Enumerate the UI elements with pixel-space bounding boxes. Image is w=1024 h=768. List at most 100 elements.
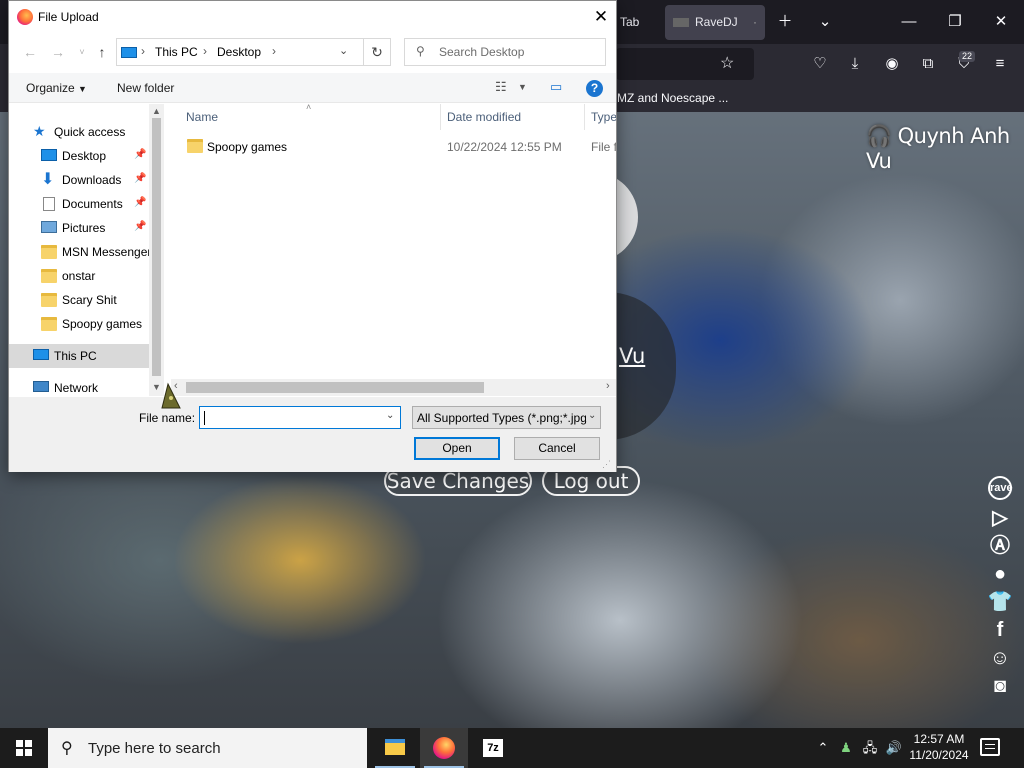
taskbar-search-placeholder: Type here to search: [88, 740, 221, 757]
file-type: File folder: [591, 140, 616, 154]
file-name-dropdown-icon[interactable]: ⌄: [386, 410, 394, 421]
scroll-up-icon[interactable]: ▲: [149, 106, 164, 116]
nav-item-scary-shit[interactable]: Scary Shit: [9, 288, 149, 312]
nav-item-desktop[interactable]: Desktop 📌: [9, 144, 149, 168]
taskbar-file-explorer[interactable]: [371, 728, 419, 768]
rave-icon[interactable]: rave: [988, 476, 1013, 500]
file-name-input[interactable]: [203, 410, 381, 425]
taskbar-7zip[interactable]: 7z: [469, 728, 517, 768]
nav-item-quick-access[interactable]: ★ Quick access: [9, 120, 149, 144]
nav-pane-scrollbar[interactable]: ▲ ▼: [149, 104, 164, 396]
breadcrumb-this-pc[interactable]: This PC: [155, 45, 198, 59]
tab-list-chevron-icon[interactable]: ⌄: [802, 0, 848, 44]
scroll-right-icon[interactable]: ›: [606, 380, 610, 392]
help-icon[interactable]: ?: [586, 80, 603, 97]
nav-item-this-pc[interactable]: This PC: [9, 344, 149, 368]
browser-tab-ravedj[interactable]: RaveDJ ·: [665, 5, 765, 40]
pocket-icon[interactable]: ♡: [808, 52, 832, 76]
breadcrumb-separator-icon[interactable]: ›: [272, 44, 276, 58]
clock-time: 12:57 AM: [913, 732, 965, 746]
tshirt-icon[interactable]: 👕: [986, 588, 1014, 616]
forward-arrow-icon[interactable]: →: [47, 41, 69, 63]
bookmark-item[interactable]: MZ and Noescape ...: [617, 91, 728, 105]
start-button[interactable]: [0, 728, 48, 768]
column-header-type[interactable]: Type: [591, 110, 616, 124]
address-dropdown-icon[interactable]: ⌄: [339, 44, 348, 57]
folder-icon: [41, 293, 57, 307]
breadcrumb-desktop[interactable]: Desktop: [217, 45, 261, 59]
file-type-select[interactable]: All Supported Types (*.png;*.jpg ⌄: [412, 406, 601, 429]
file-row[interactable]: Spoopy games 10/22/2024 12:55 PM File fo…: [185, 136, 616, 158]
preview-pane-icon[interactable]: ▭: [550, 79, 562, 95]
custom-cursor-icon: [161, 382, 181, 409]
breadcrumb-separator-icon[interactable]: ›: [203, 44, 207, 58]
extensions-icon[interactable]: ⧉: [916, 52, 940, 76]
new-folder-button[interactable]: New folder: [117, 81, 174, 95]
nav-item-label: onstar: [62, 269, 96, 283]
avatar-name[interactable]: Vu: [619, 344, 645, 368]
pin-icon: 📌: [134, 221, 147, 232]
dialog-close-button[interactable]: ✕: [587, 4, 615, 30]
search-input[interactable]: [439, 43, 599, 61]
nav-item-label: Pictures: [62, 221, 106, 235]
nav-item-spoopy-games[interactable]: Spoopy games: [9, 312, 149, 336]
url-bar[interactable]: ☆: [616, 48, 754, 80]
nav-item-downloads[interactable]: ⬇ Downloads 📌: [9, 168, 149, 192]
up-arrow-icon[interactable]: ↑: [91, 41, 113, 63]
desktop-icon: [41, 149, 57, 161]
download-icon: ⬇: [41, 171, 55, 188]
taskbar-firefox[interactable]: [420, 728, 468, 768]
back-arrow-icon[interactable]: ←: [19, 41, 41, 63]
downloads-icon[interactable]: ⤓: [843, 52, 867, 76]
google-play-icon[interactable]: ▷: [986, 504, 1014, 532]
breadcrumb-separator-icon[interactable]: ›: [141, 44, 145, 58]
volume-icon[interactable]: 🔊: [884, 728, 904, 768]
column-divider[interactable]: [584, 104, 585, 130]
account-icon[interactable]: ◉: [880, 52, 904, 76]
nav-item-onstar[interactable]: onstar: [9, 264, 149, 288]
windows-logo-icon: [16, 740, 32, 756]
show-hidden-icons-chevron-icon[interactable]: ⌃: [814, 728, 832, 768]
user-name: 🎧 Quynh Anh Vu: [866, 124, 1024, 173]
search-box[interactable]: ⚲: [404, 38, 606, 66]
file-name-combobox[interactable]: ⌄: [199, 406, 401, 429]
nav-item-pictures[interactable]: Pictures 📌: [9, 216, 149, 240]
organize-button[interactable]: Organize ▼: [26, 81, 87, 95]
dialog-title: File Upload: [38, 10, 99, 24]
minimize-icon[interactable]: —: [886, 0, 932, 44]
file-list-horizontal-scrollbar[interactable]: ‹ ›: [171, 379, 616, 396]
window-close-icon[interactable]: ✕: [978, 0, 1024, 44]
cancel-button[interactable]: Cancel: [514, 437, 600, 460]
facebook-icon[interactable]: f: [986, 616, 1014, 644]
view-options-icon[interactable]: ☷: [495, 79, 507, 95]
network-status-icon[interactable]: 🖧: [860, 728, 880, 768]
column-divider[interactable]: [440, 104, 441, 130]
notification-center-icon[interactable]: [980, 738, 1000, 756]
nav-item-msn-messenger[interactable]: MSN Messenger: [9, 240, 151, 264]
nav-item-documents[interactable]: Documents 📌: [9, 192, 149, 216]
app-store-icon[interactable]: Ⓐ: [986, 532, 1014, 560]
recent-locations-chevron-icon[interactable]: ˅: [71, 41, 93, 63]
patreon-icon[interactable]: ●: [986, 560, 1014, 588]
user-status-icon[interactable]: ♟: [836, 728, 856, 768]
scrollbar-thumb[interactable]: [186, 382, 484, 393]
column-header-date-modified[interactable]: Date modified: [447, 110, 521, 124]
resize-grip-icon[interactable]: ⋰: [602, 459, 611, 470]
address-bar[interactable]: › This PC › Desktop › ⌄: [116, 38, 364, 66]
discord-icon[interactable]: ◙: [986, 672, 1014, 700]
browser-tab[interactable]: Tab: [612, 5, 662, 40]
nav-item-network[interactable]: Network: [9, 376, 149, 396]
refresh-icon[interactable]: ↻: [363, 38, 391, 66]
scrollbar-thumb[interactable]: [152, 118, 161, 376]
reddit-icon[interactable]: ☺: [986, 644, 1014, 672]
dialog-title-bar[interactable]: File Upload ✕: [9, 1, 616, 33]
bookmark-star-icon[interactable]: ☆: [720, 53, 734, 73]
column-header-name[interactable]: Name: [186, 110, 218, 124]
open-button[interactable]: Open: [414, 437, 500, 460]
taskbar-clock[interactable]: 12:57 AM 11/20/2024: [908, 731, 970, 763]
view-dropdown-icon[interactable]: ▼: [518, 82, 527, 92]
taskbar-search-box[interactable]: ⚲ Type here to search: [48, 728, 367, 768]
menu-icon[interactable]: ≡: [988, 52, 1012, 76]
restore-icon[interactable]: ❐: [932, 0, 978, 44]
tab-close-icon[interactable]: ·: [753, 5, 757, 40]
